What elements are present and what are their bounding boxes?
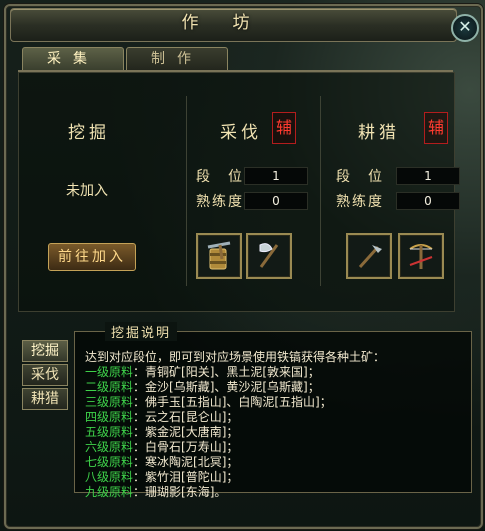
tool-slot[interactable] bbox=[196, 233, 242, 279]
material-row: 九级原料：珊瑚影[东海]。 bbox=[85, 485, 385, 500]
dig-status: 未加入 bbox=[66, 183, 108, 199]
material-level: 四级原料 bbox=[85, 410, 134, 424]
logging-rank-value: 1 bbox=[244, 167, 308, 185]
material-row: 二级原料：金沙[乌斯藏]、黄沙泥[乌斯藏]； bbox=[85, 380, 385, 395]
close-button[interactable]: ✕ bbox=[451, 14, 479, 42]
material-row: 八级原料：紫竹泪[普陀山]； bbox=[85, 470, 385, 485]
material-row: 七级原料：寒冰陶泥[北冥]； bbox=[85, 455, 385, 470]
description-text: 达到对应段位，即可到对应场景使用铁镐获得各种土矿： 一级原料：青铜矿[阳关]、黑… bbox=[85, 350, 385, 500]
farming-rank-value: 1 bbox=[396, 167, 460, 185]
window-title: 作坊 bbox=[181, 13, 284, 33]
tool-slot[interactable] bbox=[246, 233, 292, 279]
material-row: 一级原料：青铜矿[阳关]、黑土泥[敦来国]； bbox=[85, 365, 385, 380]
material-text: ：珊瑚影[东海]。 bbox=[133, 485, 227, 499]
logging-proficiency-label: 熟练度 bbox=[196, 194, 244, 210]
side-tab-farming-hunting[interactable]: 耕猎 bbox=[22, 388, 68, 410]
description-intro: 达到对应段位，即可到对应场景使用铁镐获得各种土矿： bbox=[85, 350, 386, 364]
axe-icon bbox=[259, 243, 279, 268]
logging-rank-label: 段 位 bbox=[196, 169, 244, 185]
farming-rank-label: 段 位 bbox=[336, 169, 384, 185]
close-icon: ✕ bbox=[458, 17, 472, 36]
tab-gather[interactable]: 采集 bbox=[22, 47, 124, 71]
material-text: ：青铜矿[阳关]、黑土泥[敦来国]； bbox=[133, 365, 320, 379]
material-level: 六级原料 bbox=[85, 440, 134, 454]
material-level: 二级原料 bbox=[85, 380, 134, 394]
column-divider bbox=[186, 96, 187, 286]
dig-skill-name: 挖掘 bbox=[68, 123, 110, 143]
side-tab-logging[interactable]: 采伐 bbox=[22, 364, 68, 386]
material-text: ：佛手玉[五指山]、白陶泥[五指山]； bbox=[133, 395, 332, 409]
material-row: 三级原料：佛手玉[五指山]、白陶泥[五指山]； bbox=[85, 395, 385, 410]
tab-craft[interactable]: 制作 bbox=[126, 47, 228, 71]
material-text: ：金沙[乌斯藏]、黄沙泥[乌斯藏]； bbox=[133, 380, 320, 394]
farming-proficiency-label: 熟练度 bbox=[336, 194, 384, 210]
material-level: 九级原料 bbox=[85, 485, 134, 499]
logging-skill-name: 采伐 bbox=[220, 123, 262, 143]
logging-proficiency-value: 0 bbox=[244, 192, 308, 210]
auxiliary-badge: 辅 bbox=[272, 112, 296, 144]
tool-slot[interactable] bbox=[398, 233, 444, 279]
material-row: 六级原料：白骨石[万寿山]； bbox=[85, 440, 385, 455]
side-tab-digging[interactable]: 挖掘 bbox=[22, 340, 68, 362]
material-text: ：寒冰陶泥[北冥]； bbox=[133, 455, 239, 469]
bow-crossbow-icon bbox=[409, 244, 433, 269]
material-level: 八级原料 bbox=[85, 470, 134, 484]
material-level: 一级原料 bbox=[85, 365, 134, 379]
material-level: 三级原料 bbox=[85, 395, 134, 409]
material-row: 四级原料：云之石[昆仑山]； bbox=[85, 410, 385, 425]
farming-hunting-skill-name: 耕猎 bbox=[358, 123, 400, 143]
auxiliary-badge: 辅 bbox=[424, 112, 448, 144]
material-level: 七级原料 bbox=[85, 455, 134, 469]
material-row: 五级原料：紫金泥[大唐南]； bbox=[85, 425, 385, 440]
pickaxe-bucket-icon bbox=[207, 241, 231, 270]
material-text: ：云之石[昆仑山]； bbox=[133, 410, 239, 424]
material-text: ：白骨石[万寿山]； bbox=[133, 440, 239, 454]
farming-proficiency-value: 0 bbox=[396, 192, 460, 210]
material-text: ：紫竹泪[普陀山]； bbox=[133, 470, 239, 484]
tool-slot[interactable] bbox=[346, 233, 392, 279]
material-level: 五级原料 bbox=[85, 425, 134, 439]
join-button[interactable]: 前往加入 bbox=[48, 243, 136, 271]
material-text: ：紫金泥[大唐南]； bbox=[133, 425, 239, 439]
hoe-icon bbox=[358, 245, 382, 269]
column-divider bbox=[320, 96, 321, 286]
description-title: 挖掘说明 bbox=[105, 322, 178, 341]
